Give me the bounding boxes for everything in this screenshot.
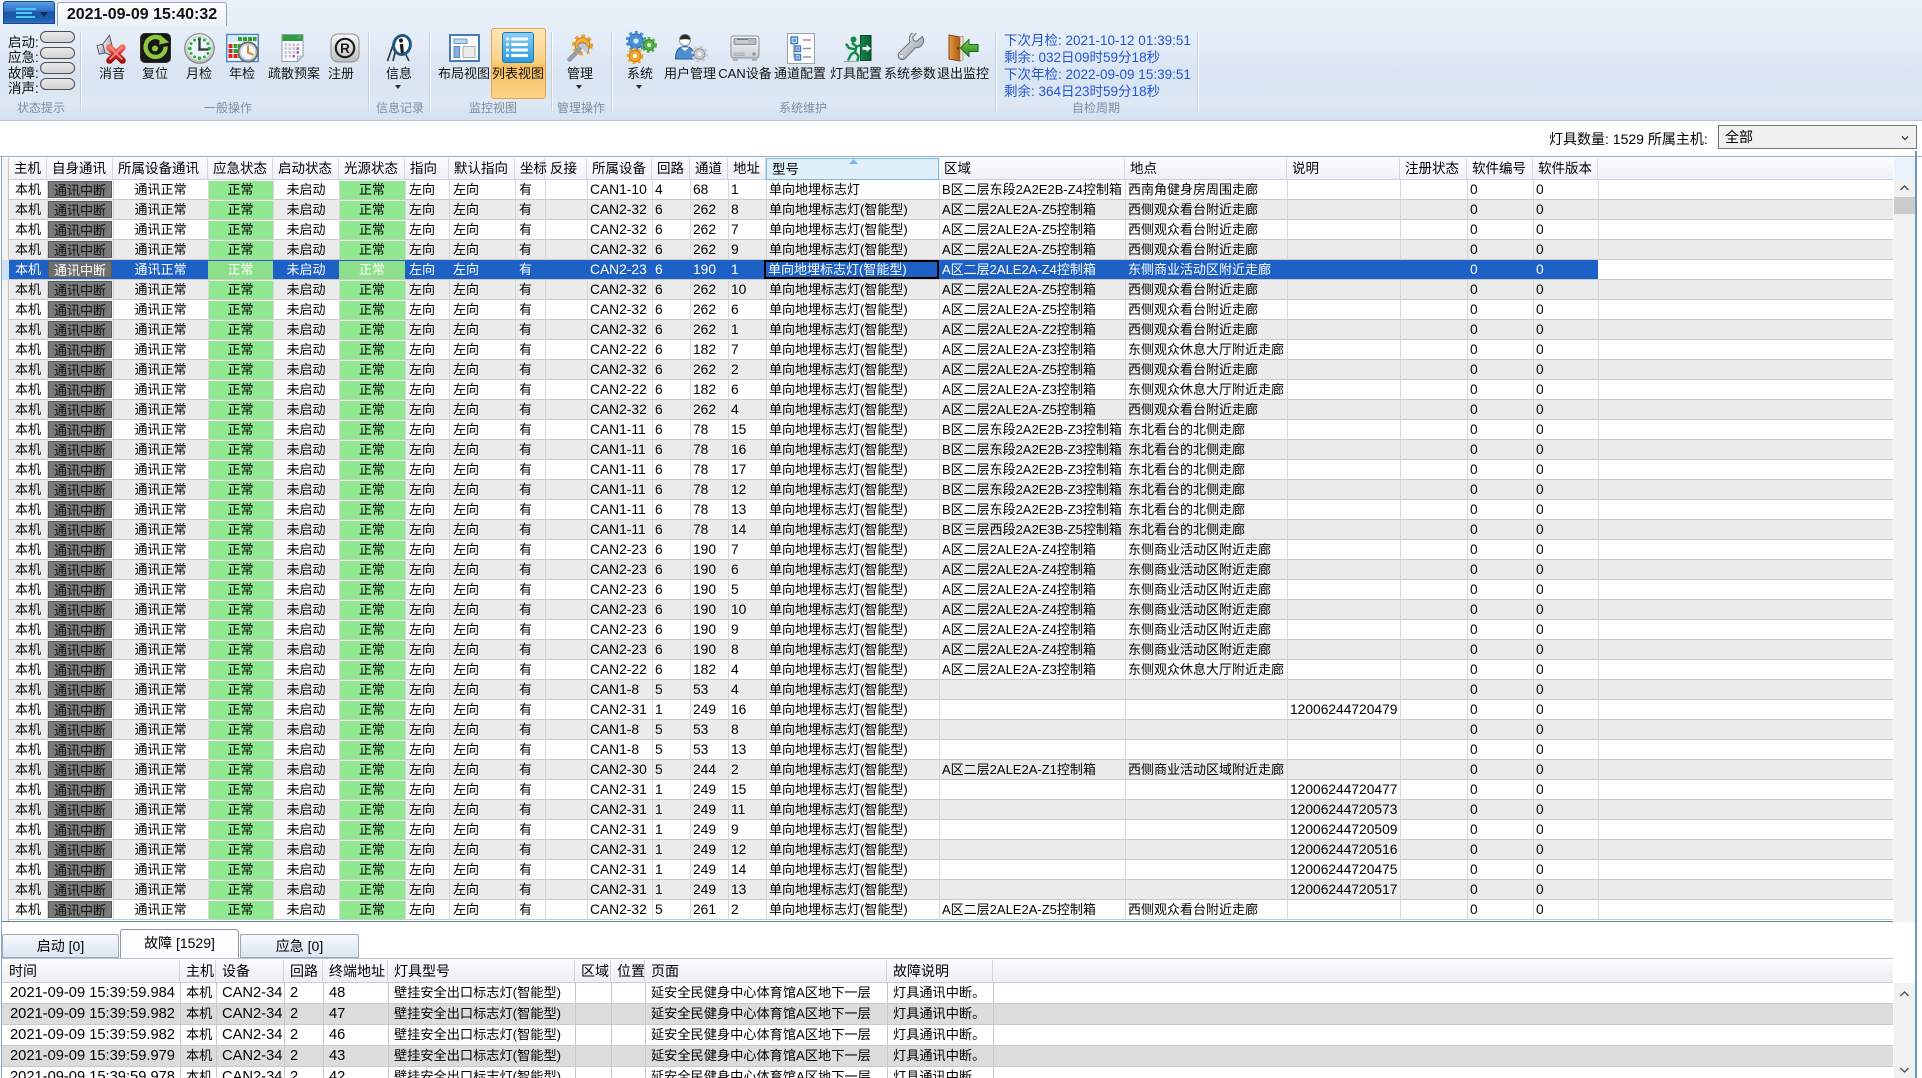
svg-text:R: R: [340, 41, 350, 56]
